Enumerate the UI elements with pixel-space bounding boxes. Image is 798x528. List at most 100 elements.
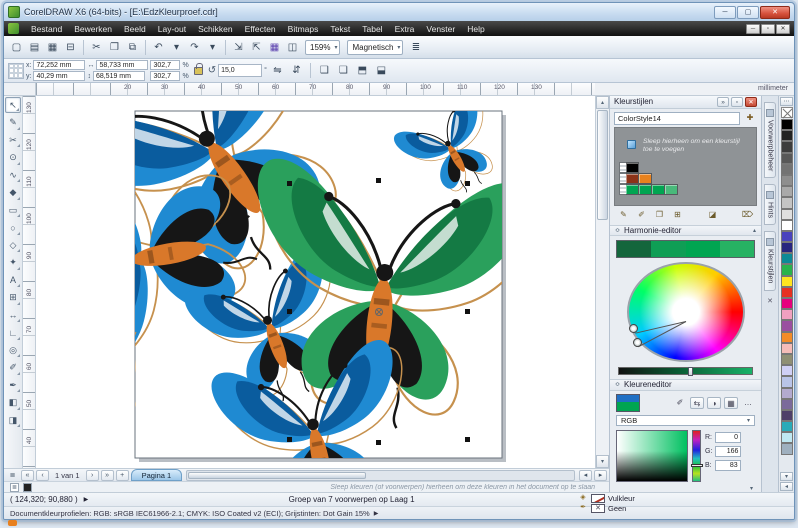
new-harmony-icon[interactable]: ❐ — [652, 209, 667, 222]
docker-close-icon[interactable]: ✕ — [745, 96, 757, 107]
palette-view-icon[interactable]: ▦ — [724, 396, 738, 409]
menu-schikken[interactable]: Schikken — [192, 23, 239, 35]
first-page-button[interactable]: « — [21, 469, 34, 481]
palette-color-swatch[interactable] — [780, 152, 793, 164]
table-tool[interactable]: ⊞ — [5, 290, 21, 306]
color-style-swatch[interactable] — [626, 161, 639, 173]
harmony-color-segment[interactable] — [617, 241, 652, 257]
tab-pagina-1[interactable]: Pagina 1 — [130, 469, 183, 481]
no-color-swatch[interactable] — [780, 107, 793, 118]
smart-fill-tool[interactable]: ◆ — [5, 185, 21, 201]
basic-shapes-tool[interactable]: ✦ — [5, 255, 21, 271]
palette-color-swatch[interactable] — [780, 186, 793, 198]
edit-style-icon[interactable]: ✐ — [634, 209, 649, 222]
palette-color-swatch[interactable] — [780, 331, 793, 343]
group-icon[interactable]: ❑ — [316, 62, 333, 79]
doc-minimize-button[interactable]: ─ — [746, 23, 760, 34]
menu-beeld[interactable]: Beeld — [118, 23, 152, 35]
status-arrow-icon[interactable]: ▶ — [84, 496, 89, 503]
menu-help[interactable]: Help — [461, 23, 490, 35]
harmony-editor-header[interactable]: Harmonie-editor — [624, 226, 681, 235]
scroll-left-icon[interactable]: ◂ — [579, 469, 592, 481]
convert-icon[interactable]: ◪ — [705, 209, 720, 222]
save-icon[interactable]: ▦ — [44, 39, 61, 56]
r-value-field[interactable]: 0 — [715, 432, 741, 443]
color-viewer-icon[interactable]: ◑ — [707, 396, 721, 409]
palette-color-swatch[interactable] — [780, 298, 793, 310]
minimize-button[interactable]: ─ — [714, 5, 736, 19]
horizontal-ruler[interactable]: 20 30 40 50 60 70 80 90 100 110 120 130 — [36, 83, 595, 95]
palette-color-swatch[interactable] — [780, 163, 793, 175]
style-drop-area[interactable]: Sleep hierheen om een kleurstijl toe te … — [614, 126, 757, 206]
harmony-handle-2[interactable] — [632, 337, 642, 347]
palette-color-swatch[interactable] — [780, 409, 793, 422]
palette-color-swatch[interactable] — [780, 242, 793, 254]
fill-tool[interactable]: ◧ — [5, 395, 21, 411]
delete-style-icon[interactable]: ⌦ — [740, 209, 755, 222]
color-style-swatch[interactable] — [652, 183, 665, 195]
doc-palette-swatch[interactable] — [23, 482, 32, 492]
close-button[interactable]: ✕ — [760, 5, 790, 19]
snap-combo[interactable]: Magnetisch ▾ — [347, 39, 404, 55]
harmony-color-segment[interactable] — [651, 241, 686, 257]
color-eyedropper-tool[interactable]: ✐ — [5, 360, 21, 376]
color-editor-header[interactable]: Kleureneditor — [624, 380, 672, 389]
next-page-button[interactable]: › — [85, 469, 99, 481]
scale-v-field[interactable]: 302,7 — [150, 71, 181, 81]
palette-color-swatch[interactable] — [780, 286, 793, 298]
y-position-field[interactable]: 40,29 mm — [33, 71, 86, 81]
palette-color-swatch[interactable] — [780, 443, 793, 455]
palette-color-swatch[interactable] — [780, 230, 793, 243]
drawing-canvas[interactable] — [36, 96, 595, 468]
zoom-tool[interactable]: ⊙ — [5, 150, 21, 166]
palette-color-swatch[interactable] — [780, 421, 793, 433]
value-slider-handle[interactable] — [688, 367, 694, 377]
text-tool[interactable]: A — [5, 272, 21, 288]
undo-icon[interactable]: ↶ — [150, 39, 167, 56]
maximize-button[interactable]: ▢ — [737, 5, 759, 19]
more-icon[interactable]: … — [741, 397, 755, 409]
add-page-button[interactable]: + — [115, 469, 129, 481]
zoom-level-combo[interactable]: 159% ▾ — [305, 39, 341, 55]
options-icon[interactable]: ≣ — [407, 39, 424, 56]
print-icon[interactable]: ⊟ — [62, 39, 79, 56]
scroll-right-icon[interactable]: ▸ — [594, 469, 607, 481]
palette-color-swatch[interactable] — [780, 253, 793, 265]
vertical-scrollbar[interactable]: ▴ ▾ — [595, 96, 609, 468]
palette-color-swatch[interactable] — [780, 432, 793, 444]
rectangle-tool[interactable]: ▭ — [5, 202, 21, 218]
palette-color-swatch[interactable] — [780, 320, 793, 332]
export-icon[interactable]: ⇱ — [248, 39, 265, 56]
menu-layout[interactable]: Lay-out — [152, 23, 192, 35]
palette-color-swatch[interactable] — [780, 342, 793, 354]
saturation-square[interactable] — [616, 430, 688, 482]
palette-expand-icon[interactable]: ◂ — [780, 482, 793, 491]
docker-tab-voorwerpbeheer[interactable]: Voorwerpbeheer — [764, 102, 776, 179]
palette-color-swatch[interactable] — [780, 398, 793, 410]
palette-color-swatch[interactable] — [780, 353, 793, 366]
chevron-up-icon[interactable]: ▴ — [753, 227, 756, 234]
cut-icon[interactable]: ✂ — [88, 39, 105, 56]
palette-scroll-down-icon[interactable]: ▾ — [780, 472, 793, 481]
hue-slider-handle[interactable] — [691, 464, 703, 467]
style-name-field[interactable]: ColorStyle14 — [614, 111, 740, 125]
application-launcher-icon[interactable]: ▦ — [266, 39, 283, 56]
lock-ratio-icon[interactable] — [193, 62, 203, 75]
last-page-button[interactable]: » — [100, 469, 114, 481]
eyedropper-icon[interactable]: ✐ — [673, 397, 687, 409]
color-style-swatch[interactable] — [626, 172, 639, 184]
g-value-field[interactable]: 166 — [715, 446, 742, 457]
ruler-origin-corner[interactable] — [4, 83, 36, 95]
height-field[interactable]: 68,519 mm — [92, 71, 145, 81]
color-wheel[interactable] — [626, 261, 745, 363]
palette-color-swatch[interactable] — [780, 376, 793, 388]
redo-icon[interactable]: ↷ — [186, 39, 203, 56]
harmony-color-segment[interactable] — [685, 241, 720, 257]
menu-venster[interactable]: Venster — [420, 23, 461, 35]
profile-arrow-icon[interactable]: ▶ — [374, 510, 379, 517]
docker-tab-hints[interactable]: Hints — [764, 184, 776, 226]
dimension-tool[interactable]: ↔ — [5, 307, 21, 323]
hue-wheel[interactable] — [626, 261, 745, 363]
object-position-widget[interactable] — [8, 62, 24, 79]
new-gradient-icon[interactable]: ⊞ — [670, 209, 685, 222]
